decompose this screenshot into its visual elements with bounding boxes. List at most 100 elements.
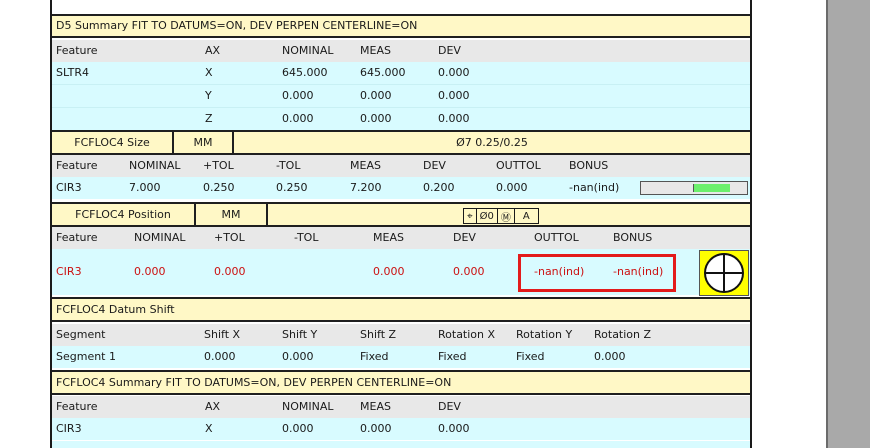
table-row[interactable]: Z 0.000 0.000 0.000 [52, 108, 750, 130]
table-row-partial [52, 441, 750, 448]
col-outtol: OUTTOL [496, 159, 541, 172]
size-unit-box: MM [174, 132, 234, 153]
nominal-value: 0.000 [282, 422, 314, 435]
feature-name: CIR3 [56, 265, 82, 278]
gauge-fill [694, 184, 730, 192]
rotation-z-value: 0.000 [594, 350, 626, 363]
position-target-icon [699, 250, 749, 296]
position-column-headers: Feature NOMINAL +TOL -TOL MEAS DEV OUTTO… [52, 227, 750, 249]
col-meas: MEAS [360, 400, 391, 413]
size-tolerance: Ø7 0.25/0.25 [456, 136, 528, 149]
col-dev: DEV [423, 159, 446, 172]
nominal-value: 0.000 [282, 112, 314, 125]
mmc-icon: Ⓜ [498, 209, 515, 224]
dev-value: 0.000 [438, 89, 470, 102]
size-column-headers: Feature NOMINAL +TOL -TOL MEAS DEV OUTTO… [52, 155, 750, 177]
left-margin [0, 0, 50, 448]
col-plus-tol: +TOL [214, 231, 245, 244]
col-meas: MEAS [360, 44, 391, 57]
meas-value: 7.200 [350, 181, 382, 194]
position-unit-box: MM [196, 204, 268, 225]
col-nominal: NOMINAL [282, 44, 334, 57]
col-feature: Feature [56, 231, 98, 244]
summary-header: FCFLOC4 Summary FIT TO DATUMS=ON, DEV PE… [52, 370, 750, 395]
rotation-x-value: Fixed [438, 350, 467, 363]
col-nominal: NOMINAL [134, 231, 186, 244]
axis: X [205, 66, 213, 79]
col-dev: DEV [453, 231, 476, 244]
plus-tol-value: 0.000 [214, 265, 246, 278]
datum-reference: A [522, 210, 530, 222]
col-minus-tol: -TOL [276, 159, 301, 172]
col-bonus: BONUS [613, 231, 653, 244]
plus-tol-value: 0.250 [203, 181, 235, 194]
col-rotation-y: Rotation Y [516, 328, 573, 341]
segment-name: Segment 1 [56, 350, 116, 363]
table-row[interactable]: Segment 1 0.000 0.000 Fixed Fixed Fixed … [52, 346, 750, 368]
col-dev: DEV [438, 44, 461, 57]
size-header: FCFLOC4 Size MM Ø7 0.25/0.25 [52, 130, 750, 155]
nominal-value: 0.000 [134, 265, 166, 278]
col-segment: Segment [56, 328, 106, 341]
highlight-box [518, 254, 676, 292]
col-minus-tol: -TOL [294, 231, 319, 244]
meas-value: 0.000 [373, 265, 405, 278]
position-header: FCFLOC4 Position MM ⌖ Ø0 Ⓜ A [52, 202, 750, 227]
nominal-value: 645.000 [282, 66, 328, 79]
d5-summary-title: D5 Summary FIT TO DATUMS=ON, DEV PERPEN … [56, 19, 418, 32]
feature-control-frame: ⌖ Ø0 Ⓜ A [463, 208, 539, 224]
dev-value: 0.000 [438, 422, 470, 435]
outtol-value: 0.000 [496, 181, 528, 194]
table-row[interactable]: CIR3 X 0.000 0.000 0.000 [52, 418, 750, 440]
feature-name: CIR3 [56, 422, 82, 435]
shift-z-value: Fixed [360, 350, 389, 363]
col-nominal: NOMINAL [129, 159, 181, 172]
feature-name: SLTR4 [56, 66, 89, 79]
col-plus-tol: +TOL [203, 159, 234, 172]
table-row[interactable]: Y 0.000 0.000 0.000 [52, 85, 750, 107]
d5-summary-header: D5 Summary FIT TO DATUMS=ON, DEV PERPEN … [52, 14, 750, 38]
col-ax: AX [205, 44, 221, 57]
summary-column-headers: Feature AX NOMINAL MEAS DEV [52, 396, 750, 418]
shift-x-value: 0.000 [204, 350, 236, 363]
feature-name: CIR3 [56, 181, 82, 194]
dev-value: 0.000 [438, 66, 470, 79]
col-meas: MEAS [373, 231, 404, 244]
col-feature: Feature [56, 159, 98, 172]
d5-column-headers: Feature AX NOMINAL MEAS DEV [52, 40, 750, 62]
nominal-value: 0.000 [282, 89, 314, 102]
summary-title: FCFLOC4 Summary FIT TO DATUMS=ON, DEV PE… [56, 376, 452, 389]
dev-value: 0.000 [453, 265, 485, 278]
dev-value: 0.200 [423, 181, 455, 194]
col-shift-y: Shift Y [282, 328, 318, 341]
datum-shift-column-headers: Segment Shift X Shift Y Shift Z Rotation… [52, 324, 750, 346]
axis: X [205, 422, 213, 435]
rotation-y-value: Fixed [516, 350, 545, 363]
position-icon: ⌖ [464, 209, 477, 223]
axis: Y [205, 89, 212, 102]
meas-value: 0.000 [360, 112, 392, 125]
col-rotation-z: Rotation Z [594, 328, 652, 341]
col-feature: Feature [56, 400, 98, 413]
size-title: FCFLOC4 Size [74, 136, 150, 149]
window-background [826, 0, 870, 448]
bonus-value: -nan(ind) [569, 181, 620, 194]
inspection-report[interactable]: D5 Summary FIT TO DATUMS=ON, DEV PERPEN … [50, 0, 752, 448]
tolerance-gauge [640, 181, 748, 195]
dev-value: 0.000 [438, 112, 470, 125]
col-feature: Feature [56, 44, 98, 57]
axis: Z [205, 112, 213, 125]
col-ax: AX [205, 400, 221, 413]
col-dev: DEV [438, 400, 461, 413]
size-unit: MM [193, 136, 213, 149]
position-title: FCFLOC4 Position [75, 208, 171, 221]
col-bonus: BONUS [569, 159, 609, 172]
table-row[interactable]: SLTR4 X 645.000 645.000 0.000 [52, 62, 750, 84]
datum-shift-title: FCFLOC4 Datum Shift [56, 303, 175, 316]
meas-value: 645.000 [360, 66, 406, 79]
position-tolerance: Ø0 [477, 209, 498, 223]
meas-value: 0.000 [360, 89, 392, 102]
col-shift-x: Shift X [204, 328, 241, 341]
col-outtol: OUTTOL [534, 231, 579, 244]
position-unit: MM [221, 208, 241, 221]
